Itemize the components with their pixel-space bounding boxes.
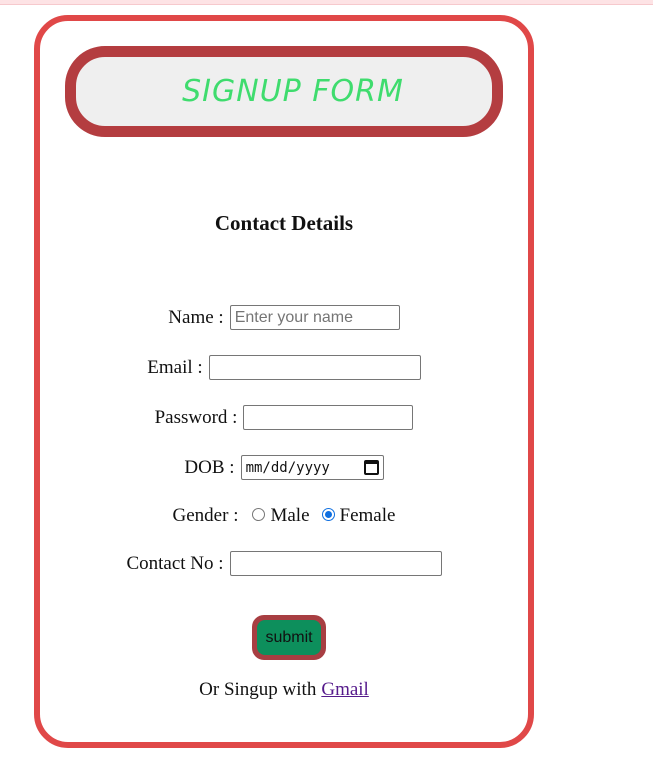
password-input[interactable] [243,405,414,430]
gender-female-radio[interactable] [321,507,335,521]
dob-row: DOB : mm/dd/yyyy [40,455,528,480]
dob-label: DOB : [184,456,235,478]
email-label: Email : [147,356,203,378]
contact-input[interactable] [229,551,442,576]
footer-row: Or Singup with Gmail [40,679,528,701]
email-input[interactable] [208,355,421,380]
password-row: Password : [40,405,528,430]
name-label: Name : [168,306,224,328]
contact-label: Contact No : [126,552,224,574]
gender-label: Gender : [172,505,239,526]
footer-text: Or Singup with [199,679,317,700]
header-banner: SIGNUP FORM [65,46,503,137]
gender-male-radio[interactable] [252,507,266,521]
contact-row: Contact No : [40,551,528,576]
name-input[interactable] [229,305,400,330]
gender-female-label: Female [339,505,396,526]
top-strip [0,0,653,5]
email-row: Email : [40,355,528,380]
submit-button-frame: submit [252,615,326,660]
gmail-link[interactable]: Gmail [321,679,369,701]
gender-row: Gender : Male Female [40,505,528,527]
password-label: Password : [154,406,238,428]
form-title: SIGNUP FORM [182,74,404,109]
gender-male-label: Male [270,505,310,526]
signup-card: SIGNUP FORM Contact Details Name : Email… [34,15,534,748]
name-row: Name : [40,305,528,330]
submit-button[interactable]: submit [257,620,321,655]
section-title: Contact Details [214,211,354,235]
dob-placeholder: mm/dd/yyyy [245,459,330,476]
calendar-icon[interactable] [363,460,379,475]
dob-input[interactable]: mm/dd/yyyy [240,455,384,480]
